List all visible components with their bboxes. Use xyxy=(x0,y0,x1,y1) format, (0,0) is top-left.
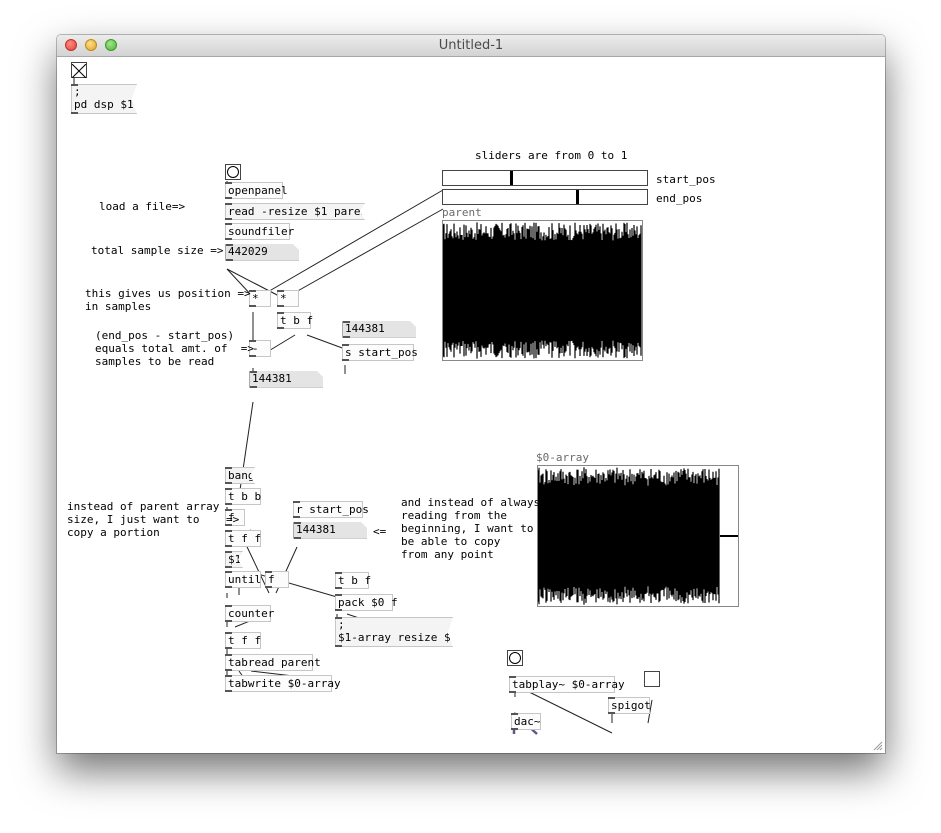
sample-size-number[interactable]: 442029 xyxy=(225,244,299,261)
toggle-x-icon xyxy=(71,63,87,79)
copy-array-graph[interactable] xyxy=(537,465,739,607)
start-position-number[interactable]: 144381 xyxy=(342,321,416,338)
start-pos-label: start_pos xyxy=(656,173,716,186)
title-bar[interactable]: Untitled-1 xyxy=(57,35,885,57)
received-start-number[interactable]: 144381 xyxy=(293,522,367,539)
multiply-start-object[interactable]: * xyxy=(249,290,271,307)
waveform xyxy=(538,467,738,605)
trigger-bf-2-object[interactable]: t b f xyxy=(335,572,371,589)
read-message[interactable]: read -resize $1 parent xyxy=(225,203,365,220)
end-pos-label: end_pos xyxy=(656,192,703,205)
patch-cords xyxy=(73,78,653,735)
dsp-message[interactable]: ; pd dsp $1 xyxy=(71,84,137,114)
play-bang[interactable] xyxy=(507,650,523,666)
patch-canvas[interactable]: ; pd dsp $1 openpanel read -resize $1 pa… xyxy=(57,57,885,753)
resize-message[interactable]: ; $1-array resize $2 xyxy=(335,617,453,647)
pack-object[interactable]: pack $0 f xyxy=(335,594,398,611)
window-title: Untitled-1 xyxy=(438,38,504,53)
soundfiler-object[interactable]: soundfiler xyxy=(225,223,294,240)
trigger-bf-object[interactable]: t b f xyxy=(277,312,313,329)
total-size-comment: total sample size => xyxy=(91,244,224,257)
trigger-ff-2-object[interactable]: t f f xyxy=(225,632,261,649)
any-point-comment: and instead of always reading from the b… xyxy=(401,496,541,561)
spigot-toggle[interactable] xyxy=(644,671,660,687)
dac-object[interactable]: dac~ xyxy=(511,713,541,730)
copy-portion-comment: instead of parent array size, I just wan… xyxy=(67,500,240,539)
spigot-object[interactable]: spigot xyxy=(608,697,651,714)
end-minus-start-comment: (end_pos - start_pos) equals total amt. … xyxy=(95,329,254,368)
multiply-end-object[interactable]: * xyxy=(277,290,299,307)
end-pos-slider[interactable] xyxy=(442,189,648,205)
length-number[interactable]: 144381 xyxy=(249,371,323,388)
openpanel-object[interactable]: openpanel xyxy=(225,182,288,199)
sliders-range-comment: sliders are from 0 to 1 xyxy=(475,149,628,162)
load-file-comment: load a file=> xyxy=(99,200,186,213)
tabwrite-object[interactable]: tabwrite $0-array xyxy=(225,675,341,692)
slider-knob[interactable] xyxy=(576,190,579,204)
resize-grip-icon[interactable] xyxy=(873,741,883,751)
position-comment: this gives us position => in samples xyxy=(85,287,251,313)
load-bang[interactable] xyxy=(225,164,241,180)
tabread-object[interactable]: tabread parent xyxy=(225,654,321,671)
tabplay-object[interactable]: tabplay~ $0-array xyxy=(509,676,625,693)
patch-window: Untitled-1 ; pd dsp $1 openpanel read -r… xyxy=(57,35,885,753)
slider-knob[interactable] xyxy=(510,171,513,185)
receive-start-object[interactable]: r start_pos xyxy=(293,501,369,518)
dsp-toggle[interactable] xyxy=(71,62,87,79)
copy-array-label: $0-array xyxy=(536,451,589,464)
arrow-left-comment: <= xyxy=(373,525,387,538)
float-offset-object[interactable]: f xyxy=(265,571,289,588)
start-pos-slider[interactable] xyxy=(442,170,648,186)
send-start-object[interactable]: s start_pos xyxy=(342,344,418,361)
counter-object[interactable]: counter xyxy=(225,605,274,622)
parent-array-label: parent xyxy=(442,206,482,219)
until-object[interactable]: until xyxy=(225,571,261,588)
waveform xyxy=(443,222,642,359)
parent-array-graph[interactable] xyxy=(442,220,643,361)
